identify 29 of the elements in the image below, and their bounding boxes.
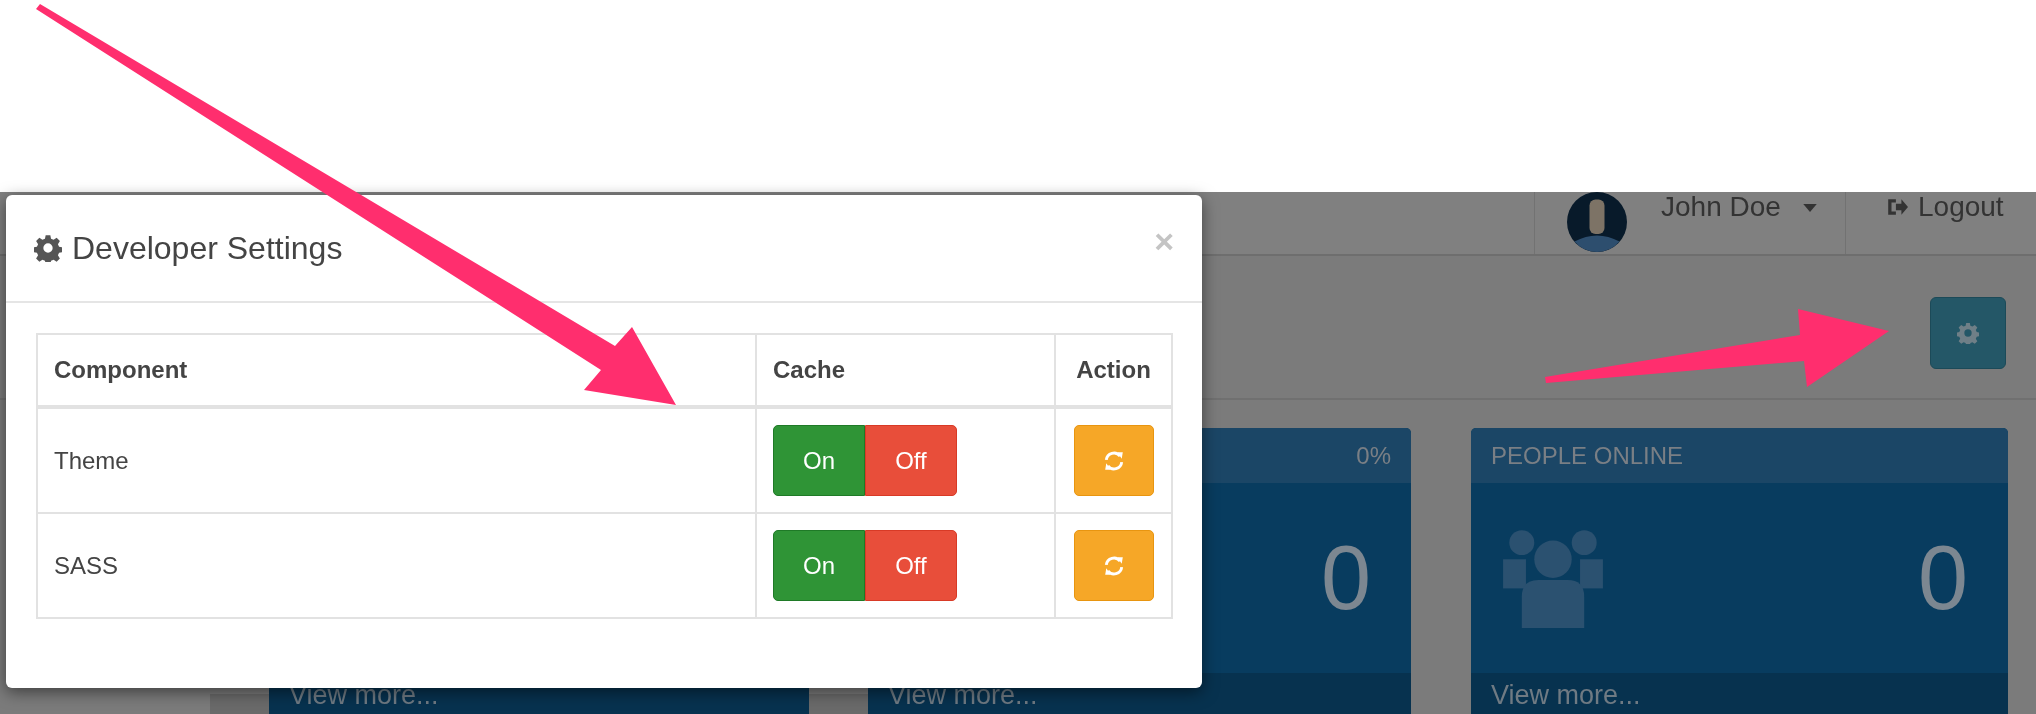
logout-link[interactable]: Logout [1846,192,2036,254]
card-icon-panel [210,694,269,714]
settings-button[interactable] [1930,297,2006,369]
dialog-title: Developer Settings [72,229,344,267]
refresh-button[interactable] [1073,530,1154,601]
refresh-icon [1102,554,1125,577]
on-button[interactable]: On [773,425,865,496]
refresh-icon [1102,449,1125,472]
caret-icon [1802,204,1817,213]
logout-icon [1886,197,1908,217]
user-menu[interactable]: John Doe [1534,192,1846,254]
column-header: Action [1055,334,1172,407]
card-value: 0 [1320,526,1371,630]
column-header: Cache [756,334,1055,407]
off-button[interactable]: Off [865,530,957,601]
table-cell: SASS [37,513,756,618]
settings-icon [34,234,62,262]
card-icon-panel [809,694,868,714]
settings-icon [1957,322,1979,344]
refresh-button[interactable] [1073,425,1154,496]
off-button[interactable]: Off [865,425,957,496]
card-percent: 0% [1356,441,1391,470]
people-icon [1501,528,1605,628]
card-title: PEOPLE ONLINE [1491,441,1684,470]
table-cell: Theme [37,407,756,513]
on-button[interactable]: On [773,530,865,601]
user-name: John Doe [1661,192,1781,222]
card-value: 0 [1917,526,1968,630]
close-button[interactable]: × [1154,221,1174,261]
